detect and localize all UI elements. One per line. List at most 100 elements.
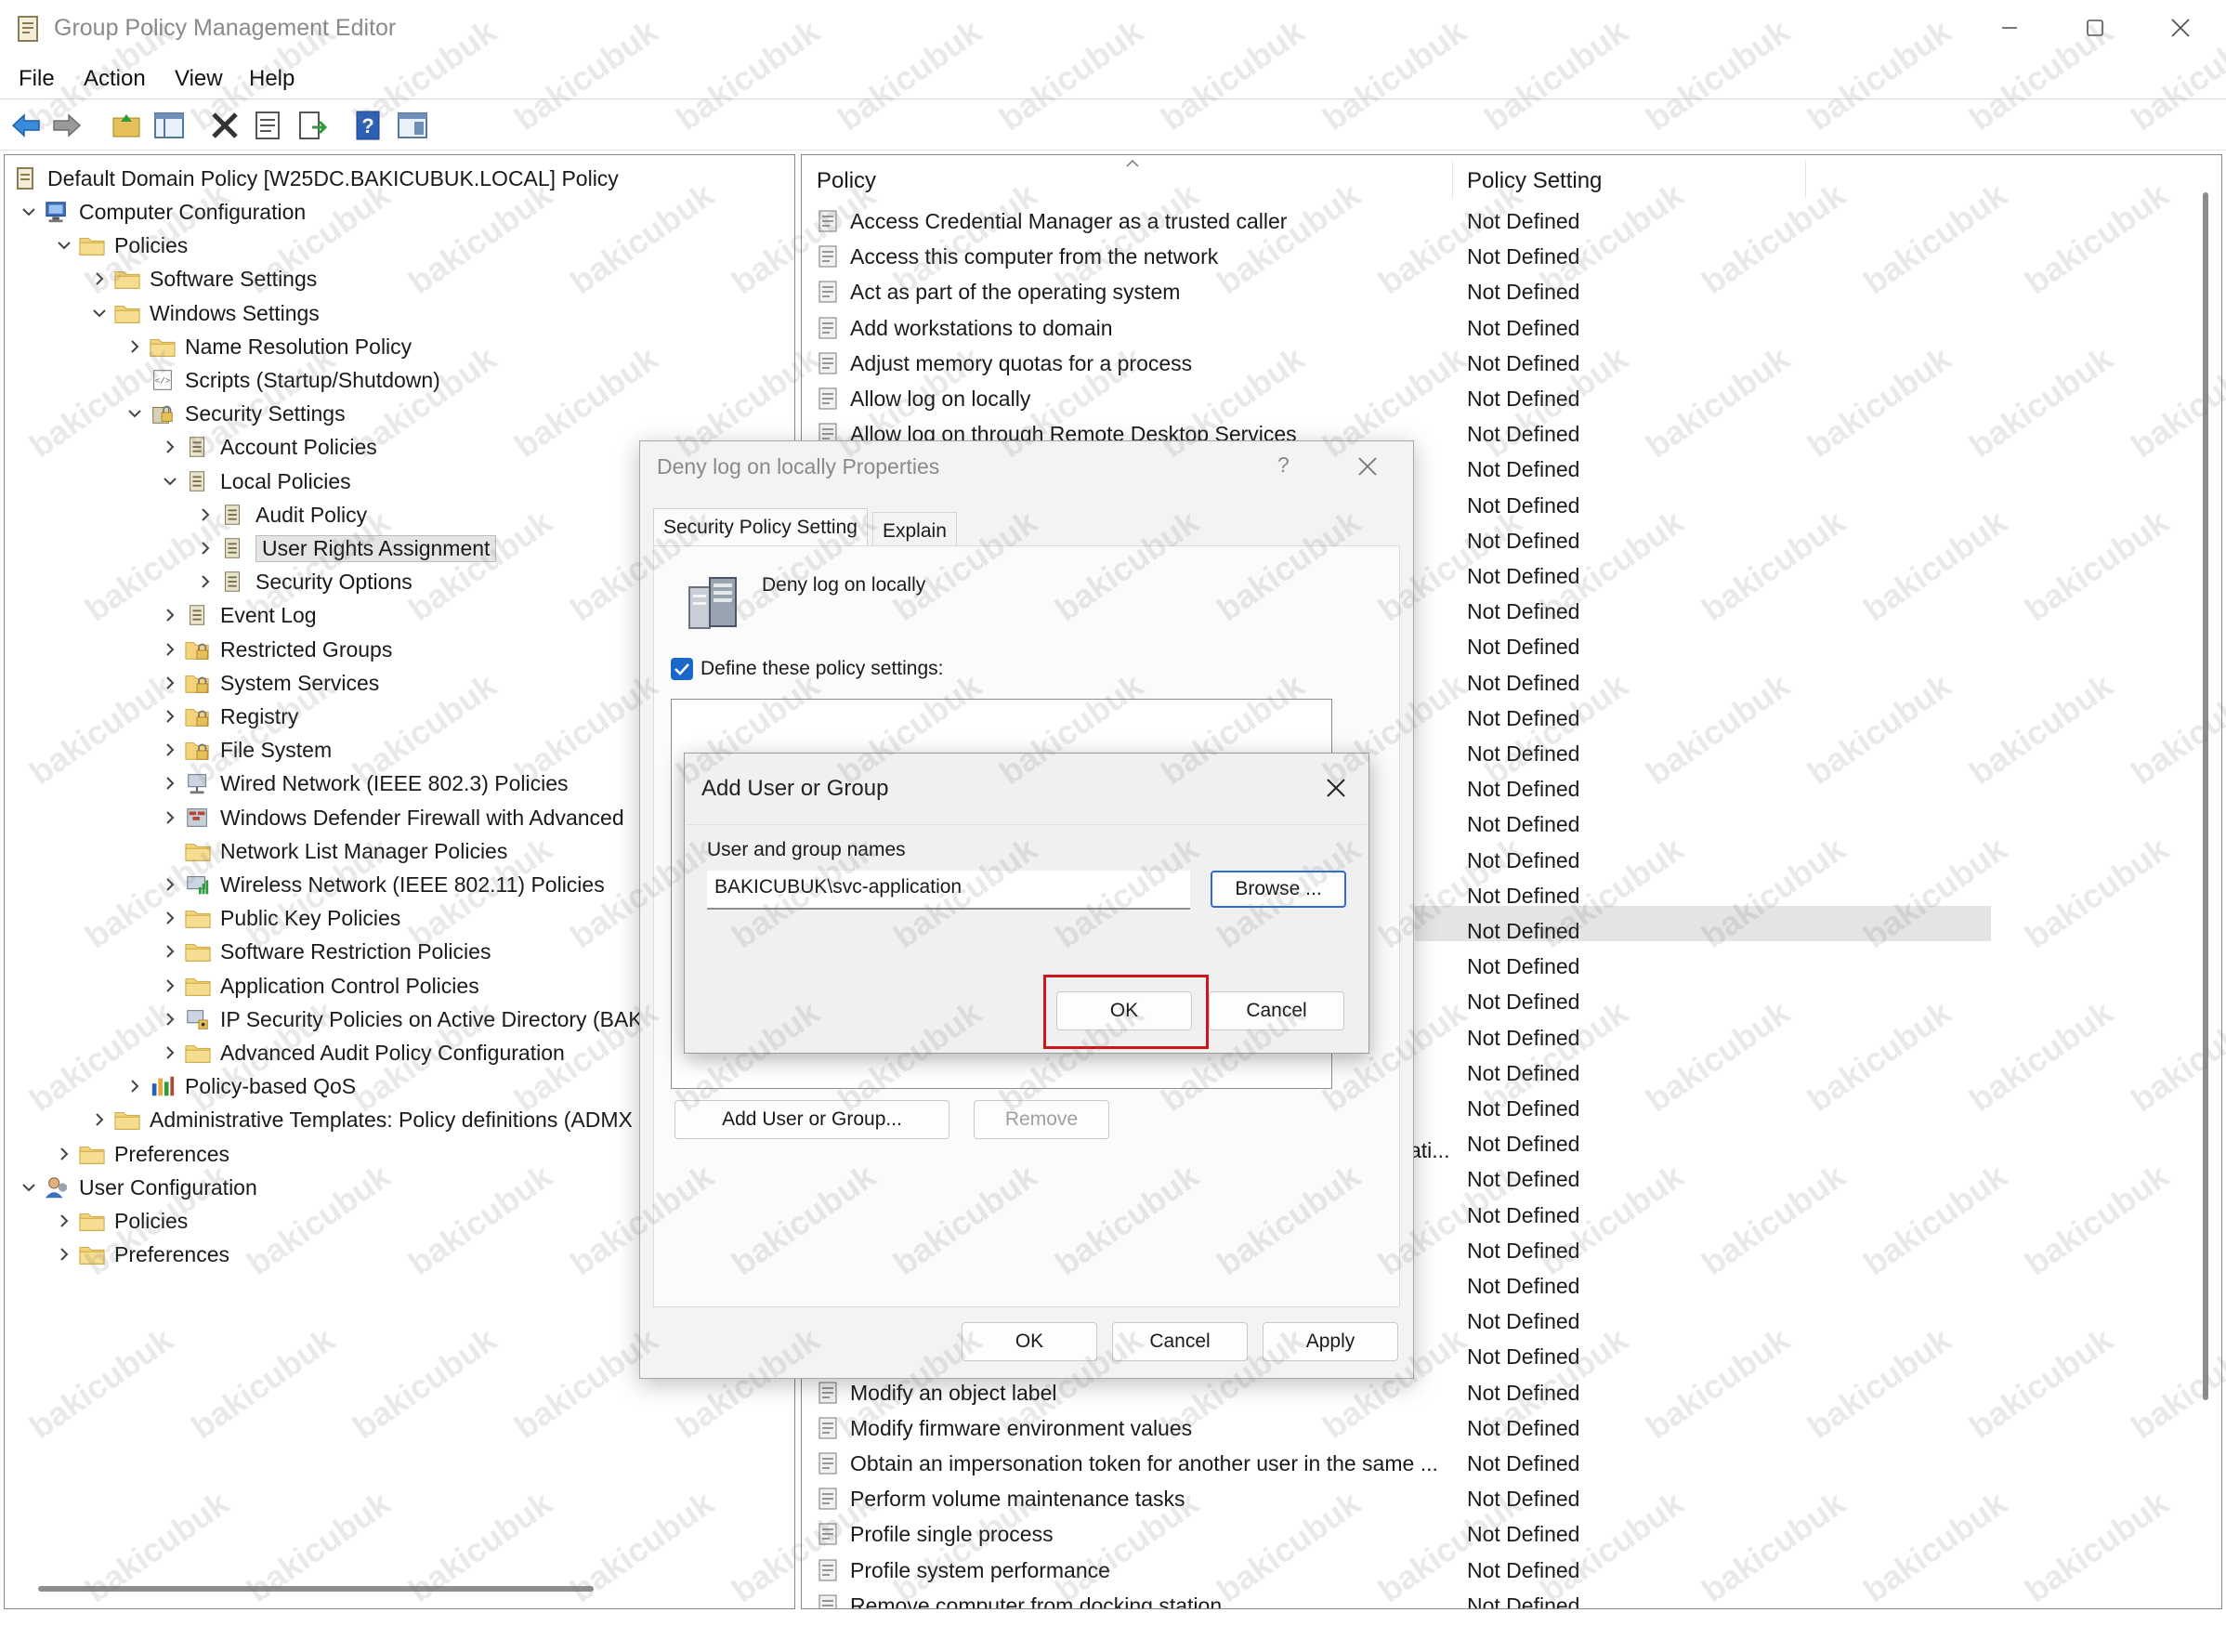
chevron-down-icon[interactable]	[20, 203, 38, 221]
tree-node-ip-security-policies-on-active-directory-bak[interactable]: IP Security Policies on Active Directory…	[185, 1003, 643, 1035]
chevron-right-icon[interactable]	[55, 1145, 73, 1163]
chevron-right-icon[interactable]	[196, 505, 215, 524]
menu-help[interactable]: Help	[249, 66, 295, 92]
policy-row[interactable]: Obtain an impersonation token for anothe…	[802, 1446, 1731, 1481]
chevron-right-icon[interactable]	[161, 875, 179, 894]
menu-view[interactable]: View	[175, 66, 223, 92]
chevron-right-icon[interactable]	[125, 337, 144, 356]
tree-node-file-system[interactable]: File System	[185, 734, 332, 766]
chevron-down-icon[interactable]	[161, 472, 179, 491]
list-vertical-scrollbar[interactable]	[2203, 192, 2208, 1400]
chevron-right-icon[interactable]	[161, 1010, 179, 1029]
chevron-right-icon[interactable]	[55, 1212, 73, 1230]
column-divider[interactable]	[1805, 161, 1806, 198]
add-dialog-close-icon[interactable]	[1326, 778, 1346, 798]
chevron-right-icon[interactable]	[161, 977, 179, 995]
tree-node-preferences[interactable]: Preferences	[79, 1239, 229, 1270]
chevron-right-icon[interactable]	[161, 606, 179, 624]
properties-cancel-button[interactable]: Cancel	[1112, 1322, 1248, 1361]
help-question-icon[interactable]: ?	[1277, 452, 1290, 478]
chevron-down-icon[interactable]	[125, 404, 144, 423]
tab-security-policy-setting[interactable]: Security Policy Setting	[653, 508, 868, 545]
delete-icon[interactable]	[208, 109, 242, 142]
tree-node-security-settings[interactable]: Security Settings	[150, 398, 346, 429]
properties-icon[interactable]	[251, 109, 284, 142]
policy-row[interactable]: Access this computer from the network	[802, 239, 1731, 274]
tree-node-windows-settings[interactable]: Windows Settings	[114, 297, 320, 329]
tree-node-policy-based-qos[interactable]: Policy-based QoS	[150, 1070, 356, 1102]
tree-node-wired-network-ieee-802-3-policies[interactable]: Wired Network (IEEE 802.3) Policies	[185, 767, 569, 799]
browse-button[interactable]: Browse ...	[1211, 871, 1346, 908]
add-user-or-group-button[interactable]: Add User or Group...	[674, 1100, 949, 1139]
chevron-right-icon[interactable]	[161, 640, 179, 659]
tree-node-software-restriction-policies[interactable]: Software Restriction Policies	[185, 936, 491, 967]
tree-node-registry[interactable]: Registry	[185, 701, 298, 732]
chevron-right-icon[interactable]	[196, 539, 215, 557]
policy-row[interactable]: Adjust memory quotas for a process	[802, 346, 1731, 381]
tree-node-policies[interactable]: Policies	[79, 229, 188, 261]
chevron-right-icon[interactable]	[161, 674, 179, 692]
menu-action[interactable]: Action	[84, 66, 146, 92]
policy-row[interactable]: Modify an object label	[802, 1375, 1731, 1410]
tree-node-application-control-policies[interactable]: Application Control Policies	[185, 970, 479, 1002]
tree-node-software-settings[interactable]: Software Settings	[114, 263, 317, 295]
tree-node-administrative-templates-policy-definitions-admx[interactable]: Administrative Templates: Policy definit…	[114, 1104, 633, 1135]
tree-node-advanced-audit-policy-configuration[interactable]: Advanced Audit Policy Configuration	[185, 1037, 565, 1069]
properties-close-icon[interactable]	[1357, 456, 1378, 477]
tree-node-scripts-startup-shutdown[interactable]: </> Scripts (Startup/Shutdown)	[150, 364, 440, 396]
chevron-right-icon[interactable]	[161, 707, 179, 726]
minimize-icon[interactable]	[1988, 9, 2031, 46]
policy-row[interactable]: Profile system performance	[802, 1553, 1731, 1588]
column-header-policy-setting[interactable]: Policy Setting	[1467, 168, 1602, 194]
tree-node-user-rights-assignment[interactable]: User Rights Assignment	[220, 532, 497, 564]
close-icon[interactable]	[2159, 9, 2202, 46]
tree-node-computer-configuration[interactable]: Computer Configuration	[44, 196, 306, 228]
user-group-names-input[interactable]: BAKICUBUK\svc-application	[707, 871, 1190, 910]
define-policy-checkbox[interactable]	[671, 658, 693, 680]
tree-node-audit-policy[interactable]: Audit Policy	[220, 499, 367, 531]
policy-row[interactable]: Allow log on locally	[802, 381, 1731, 416]
tree-node-event-log[interactable]: Event Log	[185, 599, 317, 631]
chevron-right-icon[interactable]	[55, 1245, 73, 1264]
policy-row[interactable]: Profile single process	[802, 1516, 1731, 1552]
tree-node-name-resolution-policy[interactable]: Name Resolution Policy	[150, 331, 412, 362]
maximize-icon[interactable]	[2074, 9, 2116, 46]
column-header-policy[interactable]: Policy	[817, 168, 876, 194]
export-list-icon[interactable]	[295, 109, 329, 142]
policy-row[interactable]: Access Credential Manager as a trusted c…	[802, 203, 1731, 239]
chevron-right-icon[interactable]	[161, 909, 179, 927]
policy-row[interactable]: Remove computer from docking station	[802, 1588, 1731, 1608]
tree-node-system-services[interactable]: System Services	[185, 667, 379, 699]
tree-node-local-policies[interactable]: Local Policies	[185, 465, 351, 497]
tree-node-account-policies[interactable]: Account Policies	[185, 431, 377, 463]
chevron-right-icon[interactable]	[161, 438, 179, 456]
chevron-down-icon[interactable]	[55, 236, 73, 255]
menu-file[interactable]: File	[19, 66, 55, 92]
chevron-right-icon[interactable]	[90, 1110, 109, 1129]
policy-row[interactable]: Modify firmware environment values	[802, 1410, 1731, 1446]
chevron-right-icon[interactable]	[161, 774, 179, 793]
tab-explain[interactable]: Explain	[872, 512, 957, 549]
back-arrow-icon[interactable]	[9, 109, 43, 142]
show-hide-tree-icon[interactable]	[152, 109, 186, 142]
add-dialog-cancel-button[interactable]: Cancel	[1209, 991, 1344, 1030]
properties-apply-button[interactable]: Apply	[1263, 1322, 1398, 1361]
tree-node-public-key-policies[interactable]: Public Key Policies	[185, 902, 400, 934]
tree-node-network-list-manager-policies[interactable]: Network List Manager Policies	[185, 835, 507, 867]
tree-root[interactable]: Default Domain Policy [W25DC.BAKICUBUK.L…	[12, 163, 619, 194]
chevron-right-icon[interactable]	[196, 572, 215, 591]
tree-node-user-configuration[interactable]: User Configuration	[44, 1172, 257, 1203]
policy-row[interactable]: Act as part of the operating system	[802, 274, 1731, 309]
chevron-right-icon[interactable]	[161, 741, 179, 759]
properties-ok-button[interactable]: OK	[962, 1322, 1097, 1361]
tree-node-security-options[interactable]: Security Options	[220, 566, 412, 597]
tree-node-policies[interactable]: Policies	[79, 1205, 188, 1237]
up-folder-icon[interactable]	[110, 109, 143, 142]
tree-node-restricted-groups[interactable]: Restricted Groups	[185, 634, 392, 665]
tree-node-windows-defender-firewall-with-advanced[interactable]: Windows Defender Firewall with Advanced	[185, 802, 624, 833]
show-action-pane-icon[interactable]	[396, 109, 429, 142]
chevron-right-icon[interactable]	[161, 942, 179, 961]
chevron-down-icon[interactable]	[20, 1178, 38, 1197]
policy-row[interactable]: Add workstations to domain	[802, 310, 1731, 346]
help-icon[interactable]: ?	[351, 109, 385, 142]
